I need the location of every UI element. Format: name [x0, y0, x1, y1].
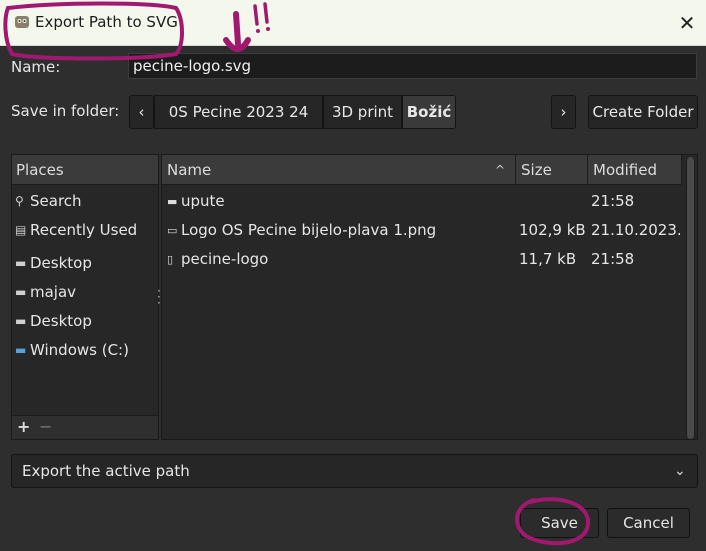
name-label: Name: [11, 58, 61, 76]
gimp-icon [15, 16, 29, 28]
cancel-button[interactable]: Cancel [607, 508, 690, 538]
sidebar-item-label: Desktop [30, 312, 92, 330]
sidebar-item-label: Windows (C:) [30, 341, 129, 359]
file-size: 11,7 kB [519, 250, 577, 268]
image-file-icon: ▭ [167, 224, 178, 237]
column-header-modified[interactable]: Modified [588, 155, 682, 185]
sidebar-item-desktop[interactable]: ▬ Desktop [12, 249, 158, 277]
folder-icon: ▬ [15, 314, 27, 328]
chevron-down-icon: ⌄ [674, 463, 686, 479]
column-header-name[interactable]: Name ^ [162, 155, 516, 185]
add-icon[interactable]: + [17, 417, 30, 436]
file-row[interactable]: ▭ Logo OS Pecine bijelo-plava 1.png 102,… [162, 216, 682, 245]
sidebar-item-label: Search [30, 192, 82, 210]
folder-icon: ▬ [15, 285, 27, 299]
recent-icon: ▤ [15, 223, 27, 237]
path-forward-button[interactable]: › [551, 95, 576, 129]
path-segment[interactable]: 3D print [323, 95, 402, 129]
folder-icon: ▬ [167, 195, 178, 208]
file-modified: 21:58 [591, 192, 635, 210]
scrollbar-thumb[interactable] [687, 157, 694, 439]
file-row[interactable]: ▯ pecine-logo 11,7 kB 21:58 [162, 245, 682, 274]
sidebar-item-label: majav [30, 283, 77, 301]
dropdown-value: Export the active path [22, 462, 190, 480]
sort-ascending-icon: ^ [495, 163, 506, 177]
filename-field[interactable] [128, 53, 697, 79]
path-segment[interactable]: 0S Pecine 2023 24 [154, 95, 323, 129]
save-button[interactable]: Save [520, 508, 599, 538]
path-segment-current[interactable]: Božić [402, 95, 456, 129]
file-modified: 21:58 [591, 250, 635, 268]
close-icon[interactable]: ✕ [674, 10, 700, 36]
file-icon: ▯ [167, 253, 174, 266]
title-bar: Export Path to SVG ✕ [0, 0, 706, 46]
file-size: 102,9 kB [519, 221, 586, 239]
scrollbar[interactable] [686, 157, 695, 439]
path-back-button[interactable]: ‹ [129, 95, 154, 129]
search-icon: ⚲ [15, 194, 24, 208]
places-panel: Places ⚲ Search ▤ Recently Used ▬ Deskto… [11, 154, 159, 440]
file-modified: 21.10.2023. [591, 221, 682, 239]
sidebar-item-search[interactable]: ⚲ Search [12, 187, 158, 215]
create-folder-button[interactable]: Create Folder [588, 95, 698, 129]
sidebar-item-windows-drive[interactable]: ▬ Windows (C:) [12, 336, 158, 364]
places-header[interactable]: Places [12, 155, 158, 185]
sidebar-item-label: Desktop [30, 254, 92, 272]
window-title: Export Path to SVG [35, 13, 178, 31]
file-list: Name ^ Size Modified ▬ upute 21:58 ▭ Log… [161, 154, 698, 440]
column-header-size[interactable]: Size [516, 155, 588, 185]
export-type-dropdown[interactable]: Export the active path ⌄ [11, 454, 698, 488]
file-name: Logo OS Pecine bijelo-plava 1.png [181, 221, 437, 239]
file-name: pecine-logo [181, 250, 269, 268]
file-row[interactable]: ▬ upute 21:58 [162, 187, 682, 216]
save-in-folder-label: Save in folder: [11, 102, 120, 120]
places-toolbar: + − [12, 415, 158, 439]
file-name: upute [181, 192, 225, 210]
sidebar-item-recently-used[interactable]: ▤ Recently Used [12, 216, 158, 244]
drive-icon: ▬ [15, 343, 27, 357]
folder-icon: ▬ [15, 256, 27, 270]
sidebar-item-majav[interactable]: ▬ majav [12, 278, 158, 306]
sidebar-item-label: Recently Used [30, 221, 138, 239]
column-label: Name [167, 161, 212, 179]
remove-icon[interactable]: − [39, 417, 52, 436]
sidebar-item-desktop[interactable]: ▬ Desktop [12, 307, 158, 335]
